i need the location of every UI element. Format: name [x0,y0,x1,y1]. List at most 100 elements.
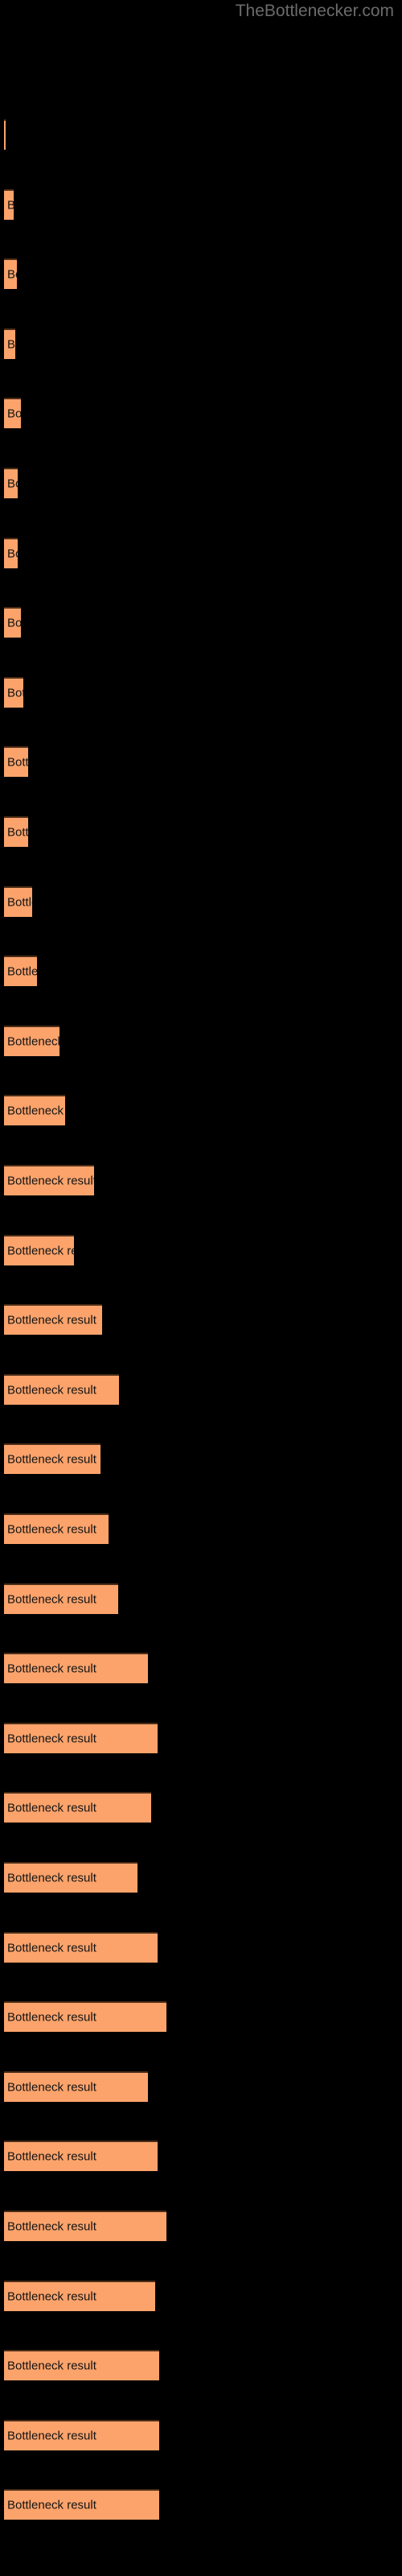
bar-label: Bottleneck result [7,964,37,979]
bar[interactable]: Bottleneck result [4,2211,166,2241]
bar-row: Bottleneck result [0,886,402,919]
bar-row: Bottleneck result [0,676,402,709]
bar-label: Bottleneck result [7,2289,96,2304]
bar-row: Bottleneck result [0,746,402,778]
bar[interactable]: Bottleneck result [4,956,37,987]
bar[interactable]: Bottleneck result [4,2350,159,2381]
bar-label: Bottleneck result [7,1662,96,1676]
bar-label: Bottleneck result [7,477,18,491]
bar-label: Bottleneck result [7,547,18,561]
bar-label: Bottleneck result [7,1871,96,1885]
bar-row: Bottleneck result [0,1373,402,1406]
bar-label: Bottleneck result [7,2429,96,2443]
bar-row: Bottleneck result [0,1862,402,1894]
bar-row: Bottleneck result [0,956,402,988]
bar-label: Bottleneck result [7,1592,96,1607]
bar-row: Bottleneck result [0,2419,402,2452]
bar-label: Bottleneck result [7,1104,65,1118]
bar-row: Bottleneck result [0,2280,402,2313]
bar-row: Bottleneck result [0,258,402,291]
bar-row: Bottleneck result [0,1653,402,1685]
bar-row: Bottleneck result [0,398,402,430]
bar-label: Bottleneck result [7,1941,96,1955]
bar[interactable]: Bottleneck result [4,1583,118,1614]
bar[interactable]: Bottleneck result [4,1234,74,1265]
bar[interactable]: Bottleneck result [4,1931,158,1963]
bar[interactable]: Bottleneck result [4,468,18,498]
bar-row: Bottleneck result [0,2211,402,2243]
bar[interactable]: Bottleneck result [4,1862,137,1893]
bar[interactable]: Bottleneck result [4,1443,100,1475]
bar-label: Bottleneck result [7,755,28,770]
bar-label: Bottleneck result [7,895,32,910]
bar-label: Bottleneck result [7,337,15,352]
bar-row: Bottleneck result [0,328,402,361]
bar-row: Bottleneck result [0,537,402,570]
bar[interactable]: Bottleneck result [4,816,28,847]
bar[interactable]: Bottleneck result [4,1653,148,1684]
bar-label: Bottleneck result [7,825,28,840]
bar[interactable]: Bottleneck result [4,258,17,290]
bar[interactable]: Bottleneck result [4,1792,151,1823]
bar-row: Bottleneck result [0,1931,402,1964]
bar-row: Bottleneck result [0,468,402,500]
bar[interactable]: Bottleneck result [4,676,23,708]
bar[interactable]: Bottleneck result [4,2489,159,2520]
bar-row: Bottleneck result [0,607,402,639]
bar-row: Bottleneck result [0,119,402,151]
bar[interactable]: Bottleneck result [4,1513,109,1544]
bar-label: Bottleneck result [7,1801,96,1815]
bar-label: Bottleneck result [7,2219,96,2234]
bar-row: Bottleneck result [0,1234,402,1267]
bar-label: Bottleneck result [7,267,17,282]
bar[interactable]: Bottleneck result [4,1722,158,1753]
bar-row: Bottleneck result [0,2140,402,2173]
bar[interactable]: Bottleneck result [4,2280,155,2311]
bar[interactable]: Bottleneck result [4,1025,59,1056]
bar-row: Bottleneck result [0,1513,402,1546]
bar[interactable]: Bottleneck result [4,398,21,429]
bar-label: Bottleneck result [7,2498,96,2512]
bar[interactable]: Bottleneck result [4,328,15,359]
chart-page: TheBottlenecker.com Bottleneck resultBot… [0,0,402,2576]
bar[interactable]: Bottleneck result [4,1373,119,1405]
bar-row: Bottleneck result [0,1443,402,1476]
bar[interactable]: Bottleneck result [4,746,28,778]
bar[interactable]: Bottleneck result [4,2001,166,2033]
bar[interactable]: Bottleneck result [4,1095,65,1126]
bar[interactable]: Bottleneck result [4,607,21,638]
bar[interactable]: Bottleneck result [4,1304,102,1335]
bar-row: Bottleneck result [0,816,402,848]
bar-label: Bottleneck result [7,1452,96,1467]
bar-row: Bottleneck result [0,1025,402,1058]
bar-row: Bottleneck result [0,1792,402,1824]
bar-row: Bottleneck result [0,188,402,221]
bar-label: Bottleneck result [7,686,23,700]
bar[interactable]: Bottleneck result [4,2419,159,2450]
bar-row: Bottleneck result [0,1165,402,1197]
bar-label: Bottleneck result [7,1244,74,1258]
bar-label: Bottleneck result [7,1522,96,1537]
bar-label: Bottleneck result [7,407,21,421]
bar-row: Bottleneck result [0,1095,402,1127]
bar[interactable]: Bottleneck result [4,537,18,568]
bar[interactable]: Bottleneck result [4,886,32,917]
bar-label: Bottleneck result [7,199,14,211]
bar[interactable]: Bottleneck result [4,188,14,220]
bar[interactable]: Bottleneck result [4,1165,94,1195]
bar-label: Bottleneck result [7,1174,94,1188]
bar[interactable]: Bottleneck result [4,2070,148,2102]
bar-row: Bottleneck result [0,1583,402,1616]
bar-row: Bottleneck result [0,2350,402,2382]
bar-row: Bottleneck result [0,1722,402,1755]
bar-label: Bottleneck result [7,1034,59,1049]
bar-label: Bottleneck result [7,2010,96,2025]
bar-label: Bottleneck result [7,2149,96,2164]
bar-label: Bottleneck result [7,2359,96,2373]
bar-label: Bottleneck result [7,1732,96,1746]
bar[interactable]: Bottleneck result [4,119,6,150]
bar-label: Bottleneck result [7,2080,96,2095]
bar[interactable]: Bottleneck result [4,2140,158,2172]
bar-label: Bottleneck result [7,1313,96,1327]
bar-label: Bottleneck result [7,616,21,630]
